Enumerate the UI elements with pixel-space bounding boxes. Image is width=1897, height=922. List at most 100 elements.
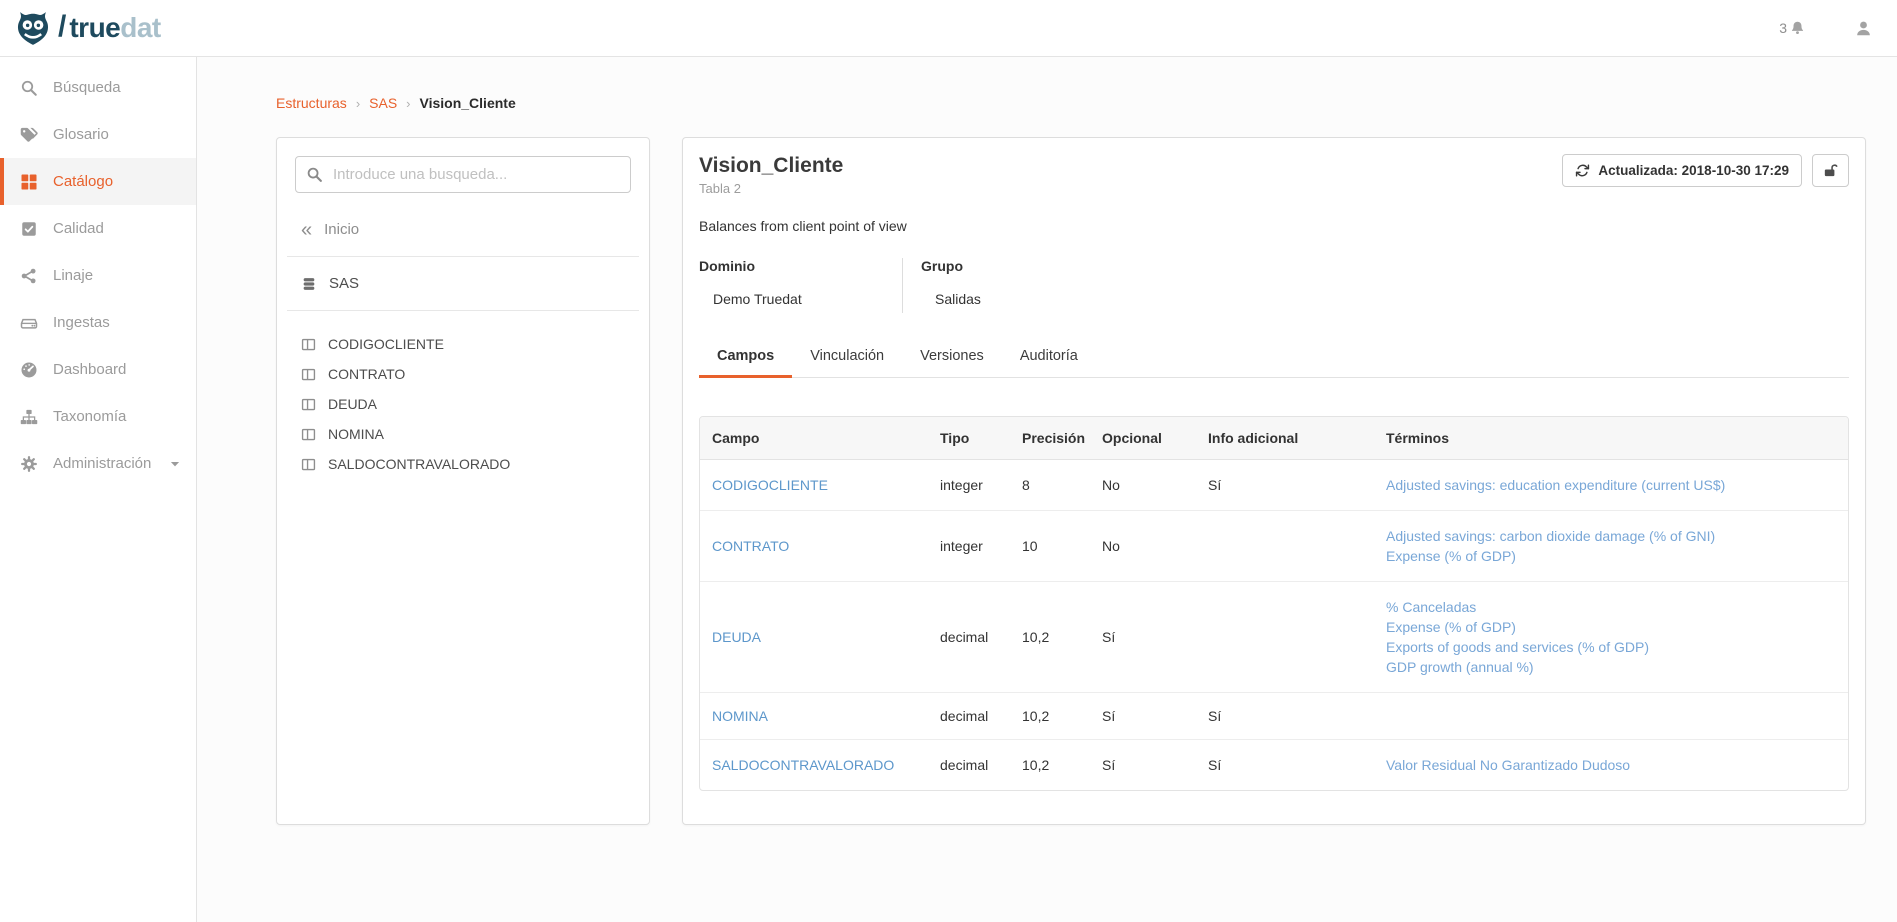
term-link[interactable]: Expense (% of GDP) <box>1386 617 1840 637</box>
logo-slash: / <box>58 10 66 44</box>
field-precision: 10 <box>1010 511 1090 582</box>
field-row-codigocliente: CODIGOCLIENTE integer 8 No Sí Adjusted s… <box>700 460 1848 511</box>
sidebar-item-label: Linaje <box>53 267 93 284</box>
tab-auditoria[interactable]: Auditoría <box>1002 339 1096 378</box>
table-icon <box>301 367 316 382</box>
table-item-label: CONTRATO <box>328 366 405 382</box>
back-label: Inicio <box>324 221 359 238</box>
col-tipo: Tipo <box>928 417 1010 460</box>
lock-button[interactable] <box>1812 154 1849 187</box>
field-type: integer <box>928 460 1010 511</box>
sidebar-item-ingestas[interactable]: Ingestas <box>0 299 196 346</box>
brand-primary: true <box>69 12 120 43</box>
field-link[interactable]: SALDOCONTRAVALORADO <box>712 757 894 773</box>
table-item-label: NOMINA <box>328 426 384 442</box>
refresh-icon <box>1575 163 1590 178</box>
chevron-down-icon[interactable] <box>168 457 182 471</box>
database-icon <box>301 276 317 292</box>
breadcrumb-link-sas[interactable]: SAS <box>369 95 397 111</box>
sidebar-item-administracion[interactable]: Administración <box>0 440 196 487</box>
check-square-icon <box>20 220 38 238</box>
table-icon <box>301 457 316 472</box>
term-link[interactable]: Valor Residual No Garantizado Dudoso <box>1386 755 1840 775</box>
domain-label: Dominio <box>699 258 902 274</box>
table-icon <box>301 337 316 352</box>
table-item[interactable]: CONTRATO <box>295 359 631 389</box>
structure-search-box <box>295 156 631 193</box>
term-link[interactable]: GDP growth (annual %) <box>1386 657 1840 677</box>
sidebar-item-label: Taxonomía <box>53 408 126 425</box>
field-type: integer <box>928 511 1010 582</box>
topbar-actions: 3 <box>1779 19 1873 38</box>
fields-table-header-row: Campo Tipo Precisión Opcional Info adici… <box>700 417 1848 460</box>
double-chevron-left-icon: « <box>301 223 312 237</box>
term-link[interactable]: Adjusted savings: carbon dioxide damage … <box>1386 526 1840 546</box>
field-link[interactable]: DEUDA <box>712 629 761 645</box>
system-item-sas[interactable]: SAS <box>295 275 631 292</box>
search-icon <box>20 79 38 97</box>
sidebar-item-catalogo[interactable]: Catálogo <box>0 158 196 205</box>
sidebar-item-label: Dashboard <box>53 361 126 378</box>
divider <box>287 310 639 311</box>
table-item[interactable]: SALDOCONTRAVALORADO <box>295 449 631 479</box>
term-link[interactable]: Exports of goods and services (% of GDP) <box>1386 637 1840 657</box>
col-opcional: Opcional <box>1090 417 1196 460</box>
main-sidebar: Búsqueda Glosario Catálogo Calidad Linaj… <box>0 57 197 922</box>
detail-actions: Actualizada: 2018-10-30 17:29 <box>1562 154 1849 187</box>
breadcrumb-link-estructuras[interactable]: Estructuras <box>276 95 347 111</box>
tab-versiones[interactable]: Versiones <box>902 339 1002 378</box>
table-item[interactable]: CODIGOCLIENTE <box>295 329 631 359</box>
system-label: SAS <box>329 275 359 292</box>
group-label: Grupo <box>921 258 981 274</box>
sitemap-icon <box>20 408 38 426</box>
table-item[interactable]: DEUDA <box>295 389 631 419</box>
field-link[interactable]: CODIGOCLIENTE <box>712 477 828 493</box>
term-link[interactable]: Adjusted savings: education expenditure … <box>1386 475 1840 495</box>
col-info-adicional: Info adicional <box>1196 417 1374 460</box>
field-terms: Adjusted savings: education expenditure … <box>1374 460 1848 511</box>
table-item[interactable]: NOMINA <box>295 419 631 449</box>
sidebar-item-taxonomia[interactable]: Taxonomía <box>0 393 196 440</box>
field-precision: 10,2 <box>1010 693 1090 740</box>
field-precision: 10,2 <box>1010 740 1090 790</box>
grid-icon <box>20 173 38 191</box>
sidebar-item-busqueda[interactable]: Búsqueda <box>0 64 196 111</box>
table-item-label: CODIGOCLIENTE <box>328 336 444 352</box>
share-icon <box>20 267 38 285</box>
drive-icon <box>20 314 38 332</box>
breadcrumb-current: Vision_Cliente <box>420 95 516 111</box>
breadcrumb: Estructuras › SAS › Vision_Cliente <box>276 95 1866 111</box>
tab-vinculacion[interactable]: Vinculación <box>792 339 902 378</box>
back-to-inicio[interactable]: « Inicio <box>295 221 631 238</box>
field-terms: % Canceladas Expense (% of GDP) Exports … <box>1374 582 1848 693</box>
detail-tabs: Campos Vinculación Versiones Auditoría <box>699 339 1849 378</box>
term-link[interactable]: Expense (% of GDP) <box>1386 546 1840 566</box>
sidebar-item-dashboard[interactable]: Dashboard <box>0 346 196 393</box>
field-extra-info: Sí <box>1196 460 1374 511</box>
updated-label: Actualizada: 2018-10-30 17:29 <box>1598 163 1789 178</box>
sidebar-item-label: Administración <box>53 455 151 472</box>
tab-campos[interactable]: Campos <box>699 339 792 378</box>
field-precision: 8 <box>1010 460 1090 511</box>
search-input[interactable] <box>333 166 620 183</box>
bell-icon <box>1789 20 1806 37</box>
main-content: Estructuras › SAS › Vision_Cliente « Ini… <box>197 0 1897 865</box>
breadcrumb-separator: › <box>356 96 360 111</box>
term-link[interactable]: % Canceladas <box>1386 597 1840 617</box>
notifications-button[interactable]: 3 <box>1779 20 1806 37</box>
field-optional: Sí <box>1090 693 1196 740</box>
truedat-logo[interactable]: / truedat <box>14 10 161 46</box>
refresh-button[interactable]: Actualizada: 2018-10-30 17:29 <box>1562 154 1802 187</box>
field-precision: 10,2 <box>1010 582 1090 693</box>
sidebar-item-label: Glosario <box>53 126 109 143</box>
user-avatar-button[interactable] <box>1854 19 1873 38</box>
sidebar-item-glosario[interactable]: Glosario <box>0 111 196 158</box>
field-link[interactable]: CONTRATO <box>712 538 789 554</box>
sidebar-item-calidad[interactable]: Calidad <box>0 205 196 252</box>
sidebar-item-linaje[interactable]: Linaje <box>0 252 196 299</box>
search-icon <box>306 166 323 183</box>
table-item-label: SALDOCONTRAVALORADO <box>328 456 510 472</box>
col-terminos: Términos <box>1374 417 1848 460</box>
field-link[interactable]: NOMINA <box>712 708 768 724</box>
group-value: Salidas <box>921 291 981 307</box>
